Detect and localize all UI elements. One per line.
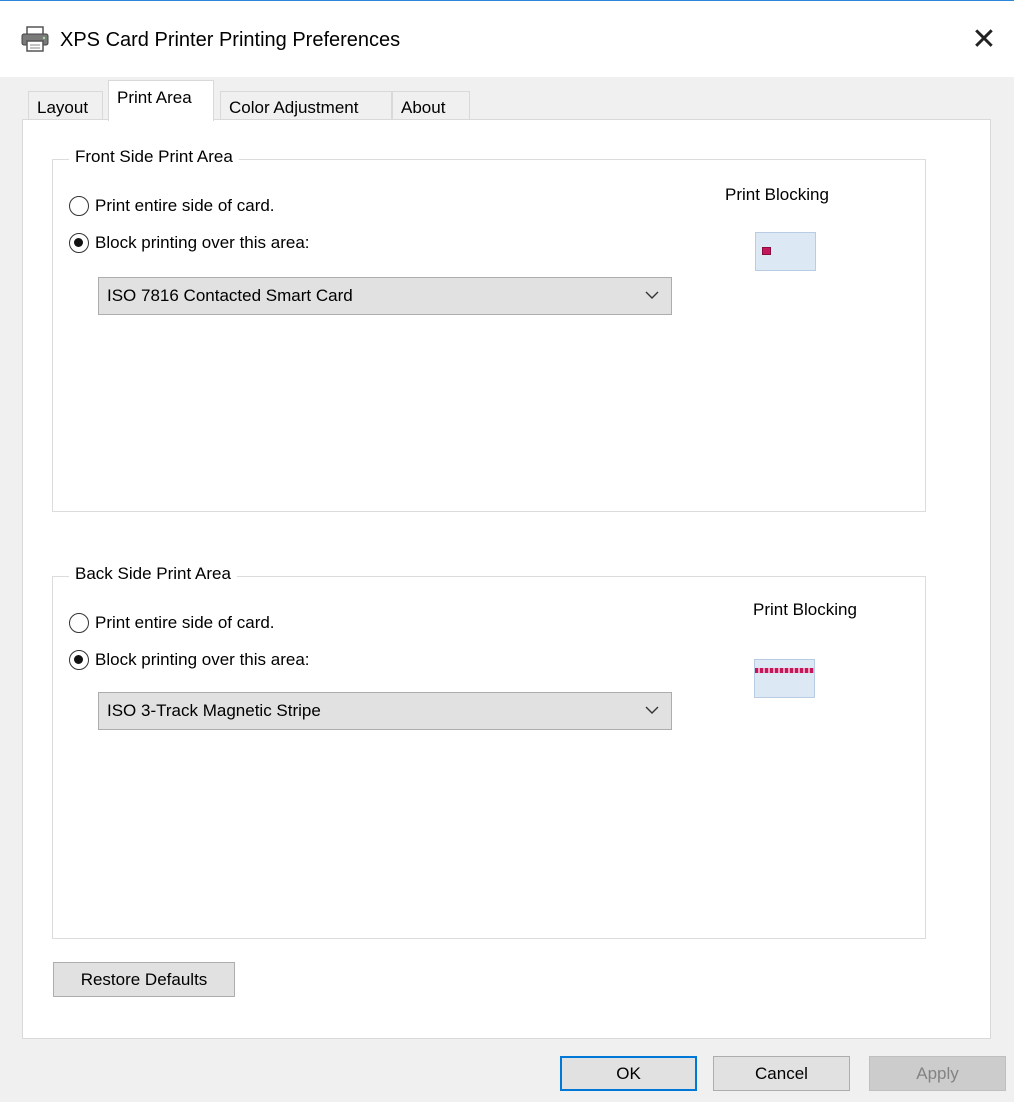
front-print-entire-option[interactable]: Print entire side of card.: [69, 196, 275, 216]
close-icon: ✕: [971, 22, 997, 56]
front-print-blocking-label: Print Blocking: [725, 185, 829, 204]
tab-label: Print Area: [117, 88, 192, 107]
title-bar: XPS Card Printer Printing Preferences ✕: [0, 1, 1014, 77]
back-side-group: Back Side Print Area Print entire side o…: [52, 564, 926, 939]
front-side-legend: Front Side Print Area: [69, 147, 239, 167]
back-area-select[interactable]: ISO 3-Track Magnetic Stripe: [98, 692, 672, 730]
front-card-preview: [755, 232, 816, 271]
restore-defaults-button[interactable]: Restore Defaults: [53, 962, 235, 997]
tab-label: Color Adjustment: [229, 98, 359, 117]
front-print-entire-radio[interactable]: [69, 196, 89, 216]
radio-label: Print entire side of card.: [95, 196, 275, 215]
cancel-button[interactable]: Cancel: [713, 1056, 850, 1091]
front-area-select[interactable]: ISO 7816 Contacted Smart Card: [98, 277, 672, 315]
button-label: Restore Defaults: [80, 969, 208, 989]
print-preferences-dialog: XPS Card Printer Printing Preferences ✕ …: [0, 0, 1014, 1102]
front-block-area-radio[interactable]: [69, 233, 89, 253]
back-block-area-option[interactable]: Block printing over this area:: [69, 650, 310, 670]
front-side-group: Front Side Print Area Print entire side …: [52, 147, 926, 512]
tab-print-area[interactable]: Print Area: [108, 80, 214, 121]
back-card-preview: [754, 659, 815, 698]
back-side-legend: Back Side Print Area: [69, 564, 237, 584]
chevron-down-icon: [645, 291, 659, 299]
radio-label: Block printing over this area:: [95, 233, 310, 252]
printer-icon: [20, 25, 50, 53]
apply-button[interactable]: Apply: [869, 1056, 1006, 1091]
tab-label: About: [401, 98, 446, 117]
front-block-area-option[interactable]: Block printing over this area:: [69, 233, 310, 253]
print-area-tab-page: Front Side Print Area Print entire side …: [22, 119, 991, 1039]
radio-label: Print entire side of card.: [95, 613, 275, 632]
button-label: OK: [616, 1063, 641, 1083]
back-print-entire-option[interactable]: Print entire side of card.: [69, 613, 275, 633]
combo-value: ISO 3-Track Magnetic Stripe: [107, 701, 321, 720]
button-label: Cancel: [755, 1063, 808, 1083]
window-title: XPS Card Printer Printing Preferences: [60, 29, 401, 51]
back-print-blocking-label: Print Blocking: [753, 600, 857, 619]
tab-label: Layout: [37, 98, 89, 117]
radio-label: Block printing over this area:: [95, 650, 310, 669]
back-block-area-radio[interactable]: [69, 650, 89, 670]
smart-card-chip-icon: [762, 247, 771, 255]
magnetic-stripe-icon: [755, 668, 814, 673]
button-label: Apply: [916, 1063, 959, 1083]
close-button[interactable]: ✕: [954, 11, 1014, 67]
combo-value: ISO 7816 Contacted Smart Card: [107, 286, 353, 305]
chevron-down-icon: [645, 706, 659, 714]
back-print-entire-radio[interactable]: [69, 613, 89, 633]
ok-button[interactable]: OK: [560, 1056, 697, 1091]
